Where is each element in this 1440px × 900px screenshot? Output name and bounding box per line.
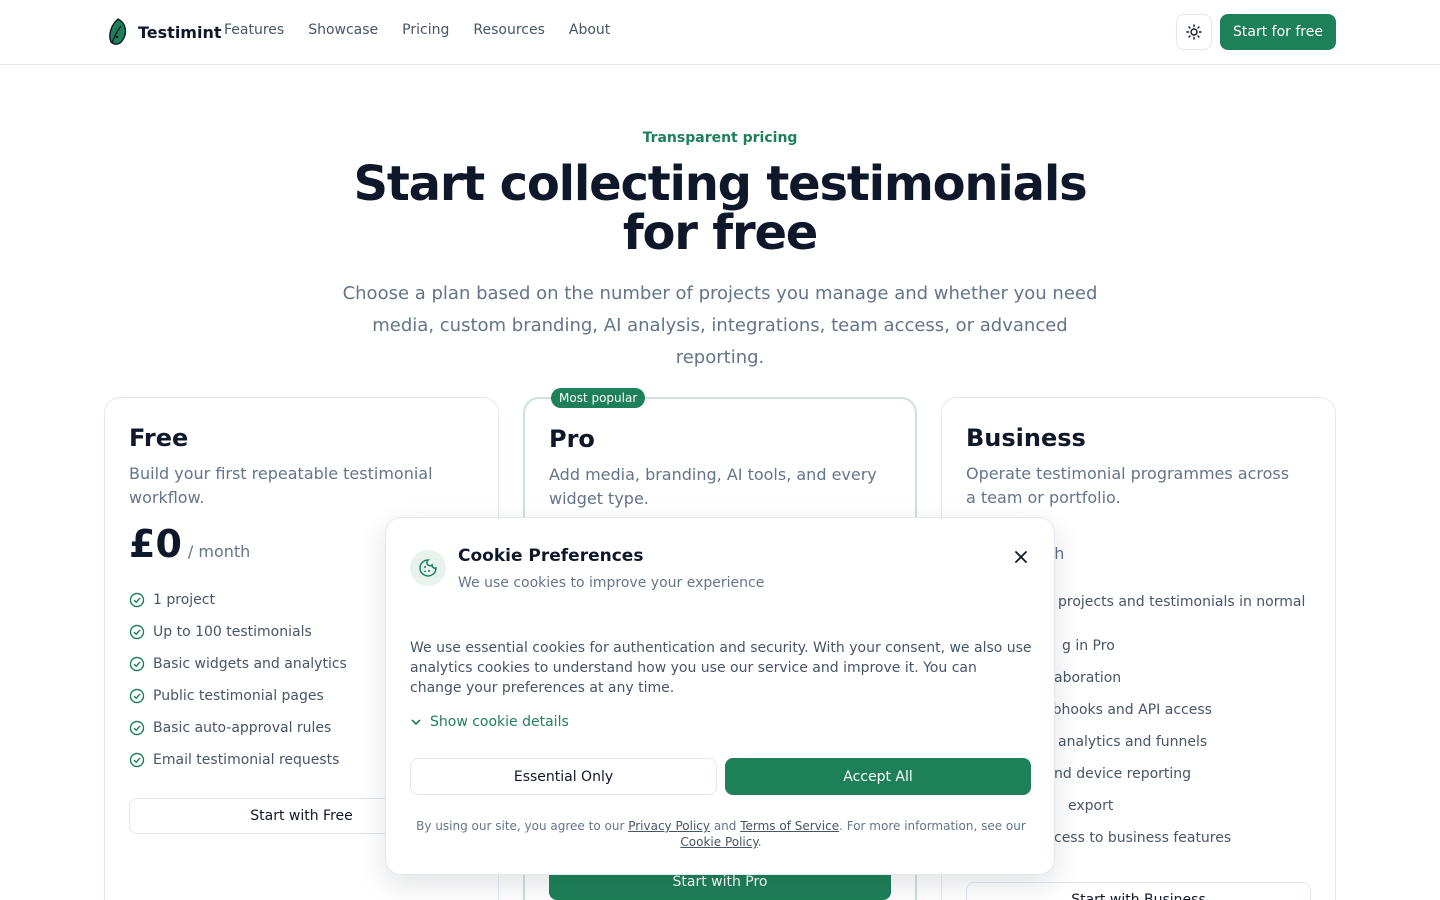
nav-link-about[interactable]: About [569, 22, 610, 38]
check-circle-icon [129, 688, 145, 704]
brand-logo[interactable]: Testimint [106, 17, 222, 47]
plan-description: Build your first repeatable testimonial … [129, 464, 433, 507]
feature-item: 1 project [129, 590, 347, 610]
show-cookie-details-toggle[interactable]: Show cookie details [410, 714, 569, 730]
feature-text: Basic auto-approval rules [153, 720, 332, 736]
feature-item: Basic auto-approval rules [129, 718, 347, 738]
price-period: / month [187, 542, 251, 561]
page-title: Start collecting testimonials for free [353, 156, 1088, 261]
nav-link-features[interactable]: Features [224, 22, 284, 38]
check-circle-icon [129, 624, 145, 640]
footer-text: By using our site, you agree to our [416, 819, 625, 833]
page-subtitle: Choose a plan based on the number of pro… [342, 283, 1098, 368]
toggle-label: Show cookie details [430, 714, 569, 730]
brand-name: Testimint [138, 22, 222, 42]
essential-only-button[interactable]: Essential Only [410, 758, 717, 795]
terms-of-service-link[interactable]: Terms of Service [740, 819, 839, 833]
plan-name: Business [966, 424, 1086, 452]
start-for-free-button[interactable]: Start for free [1220, 14, 1336, 50]
theme-toggle-button[interactable] [1176, 14, 1212, 50]
accept-all-button[interactable]: Accept All [725, 758, 1031, 795]
check-circle-icon [129, 656, 145, 672]
feature-text: Email testimonial requests [153, 752, 340, 768]
nav-link-showcase[interactable]: Showcase [308, 22, 378, 38]
dialog-title: Cookie Preferences [458, 546, 644, 566]
dialog-subtitle: We use cookies to improve your experienc… [458, 575, 765, 591]
leaf-icon [109, 18, 127, 45]
cookie-policy-link[interactable]: Cookie Policy [680, 835, 757, 849]
footer-text: . For more information, see our [839, 819, 1026, 833]
pricing-eyebrow: Transparent pricing [642, 130, 798, 146]
chevron-down-icon [411, 719, 421, 726]
footer-text: and [713, 819, 737, 833]
cookie-preferences-dialog: Cookie Preferences We use cookies to imp… [385, 517, 1055, 875]
check-circle-icon [129, 752, 145, 768]
plan-description: Add media, branding, AI tools, and every… [549, 465, 877, 508]
close-icon [1015, 551, 1027, 563]
plan-description: Operate testimonial programmes across a … [966, 464, 1290, 507]
most-popular-badge: Most popular [551, 388, 646, 408]
feature-text: Public testimonial pages [153, 688, 324, 704]
check-circle-icon [129, 720, 145, 736]
feature-text: 1 project [153, 592, 215, 608]
plan-price: £0 / month [129, 522, 250, 566]
cookie-icon [410, 550, 446, 586]
dialog-body: We use essential cookies for authenticat… [410, 640, 1032, 696]
close-button[interactable] [1010, 546, 1032, 568]
price-amount: £0 [129, 522, 182, 566]
plan-name: Free [129, 424, 189, 452]
nav-link-pricing[interactable]: Pricing [402, 22, 449, 38]
sun-icon [1186, 24, 1202, 40]
main-nav: Features Showcase Pricing Resources Abou… [224, 22, 610, 38]
feature-item: Basic widgets and analytics [129, 654, 347, 674]
nav-link-resources[interactable]: Resources [473, 22, 545, 38]
feature-text: Up to 100 testimonials [153, 624, 312, 640]
feature-item: Email testimonial requests [129, 750, 347, 770]
feature-text: Basic widgets and analytics [153, 656, 347, 672]
feature-item: Up to 100 testimonials [129, 622, 347, 642]
check-circle-icon [129, 592, 145, 608]
feature-list: 1 project Up to 100 testimonials Basic w… [129, 590, 347, 782]
start-with-business-button[interactable]: Start with Business [966, 882, 1311, 900]
plan-name: Pro [549, 425, 595, 453]
footer-text: . [757, 835, 762, 849]
dialog-footer: By using our site, you agree to our Priv… [410, 818, 1032, 850]
feature-item: Public testimonial pages [129, 686, 347, 706]
site-header: Testimint Features Showcase Pricing Reso… [0, 0, 1440, 65]
privacy-policy-link[interactable]: Privacy Policy [628, 819, 710, 833]
